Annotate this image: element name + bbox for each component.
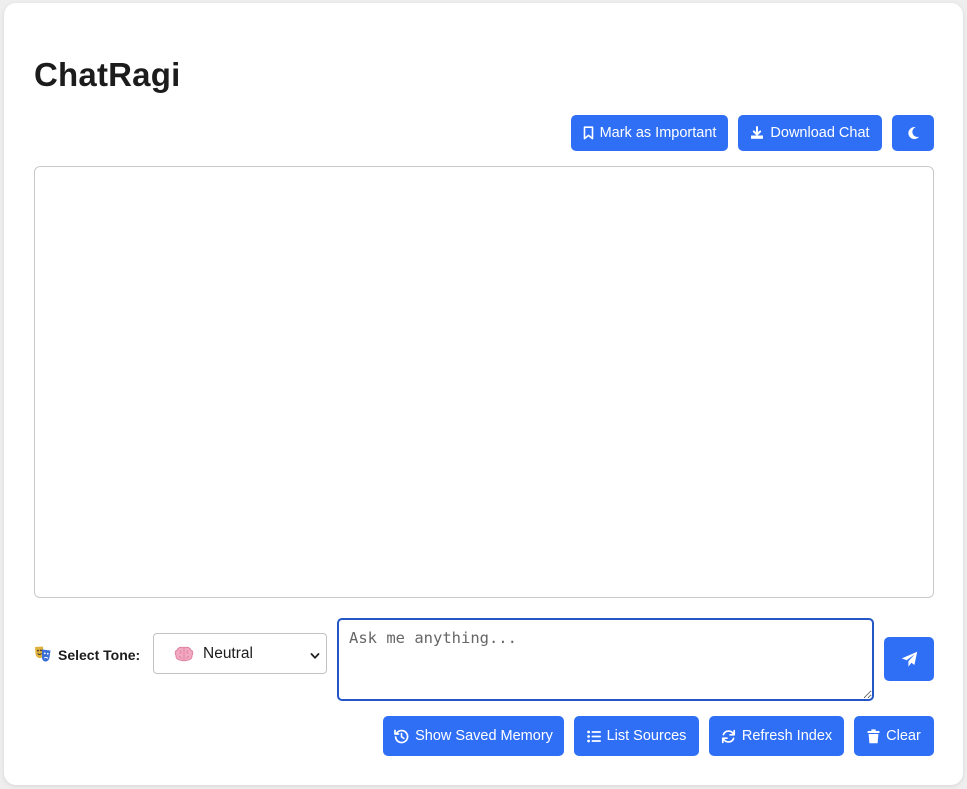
app-card: ChatRagi Mark as Important Download Chat (4, 3, 963, 785)
list-sources-button[interactable]: List Sources (574, 716, 699, 756)
refresh-index-label: Refresh Index (741, 728, 833, 744)
mark-important-label: Mark as Important (599, 125, 717, 141)
bookmark-icon (583, 126, 594, 140)
download-chat-label: Download Chat (770, 125, 870, 141)
chevron-down-icon (310, 648, 320, 666)
tone-select[interactable]: Neutral (153, 633, 327, 674)
show-saved-memory-button[interactable]: Show Saved Memory (383, 716, 564, 756)
moon-icon (907, 126, 920, 140)
theater-masks-icon (34, 645, 52, 666)
list-sources-label: List Sources (606, 728, 687, 744)
show-saved-memory-label: Show Saved Memory (415, 728, 553, 744)
mark-important-button[interactable]: Mark as Important (571, 115, 728, 151)
list-icon (586, 730, 601, 743)
refresh-icon (721, 729, 736, 744)
theme-toggle-button[interactable] (892, 115, 934, 151)
app-title: ChatRagi (34, 56, 181, 93)
history-icon (394, 729, 409, 744)
tone-label-text: Select Tone: (58, 647, 141, 663)
clear-button[interactable]: Clear (854, 716, 934, 756)
send-button[interactable] (884, 637, 934, 681)
refresh-index-button[interactable]: Refresh Index (709, 716, 844, 756)
trash-icon (867, 728, 880, 744)
clear-label: Clear (886, 728, 921, 744)
download-icon (750, 126, 764, 140)
brain-icon (174, 646, 194, 662)
paper-plane-icon (901, 651, 918, 668)
query-input[interactable] (337, 618, 874, 701)
tone-label: Select Tone: (34, 643, 140, 667)
tone-selected-value: Neutral (203, 644, 253, 662)
download-chat-button[interactable]: Download Chat (738, 115, 882, 151)
chat-messages-area[interactable] (34, 166, 934, 598)
